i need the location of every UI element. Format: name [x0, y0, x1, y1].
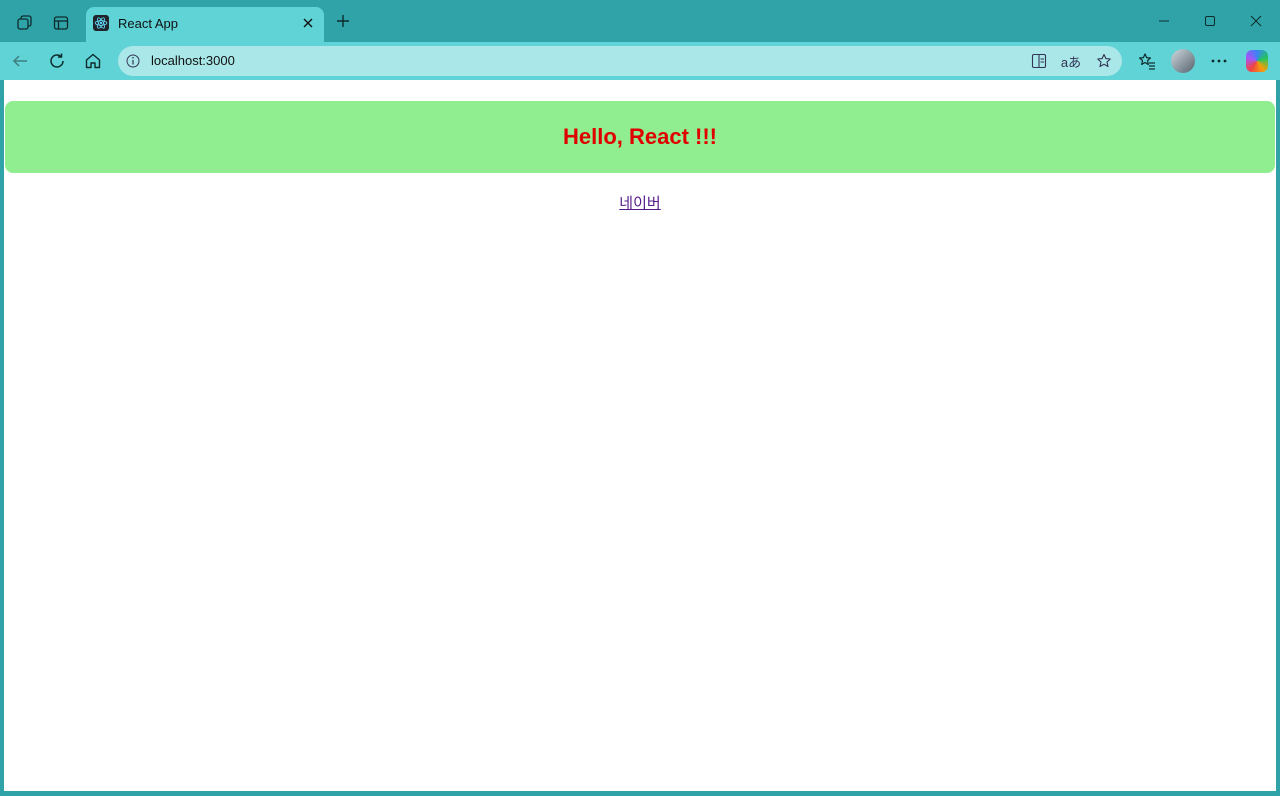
plus-icon [337, 15, 349, 27]
tab-actions-icon[interactable] [47, 9, 75, 37]
new-tab-button[interactable] [332, 10, 354, 32]
maximize-icon[interactable] [1187, 8, 1233, 34]
tab-title: React App [118, 16, 178, 31]
translate-icon[interactable]: aあ [1060, 51, 1082, 71]
close-tab-icon[interactable] [300, 15, 316, 31]
refresh-icon[interactable] [43, 47, 71, 75]
tab-bar: React App [0, 0, 1280, 42]
avatar[interactable] [1171, 49, 1195, 73]
immersive-reader-icon[interactable] [1028, 51, 1050, 71]
home-icon[interactable] [79, 47, 107, 75]
address-bar[interactable]: localhost:3000 aあ [118, 46, 1122, 76]
close-window-icon[interactable] [1233, 8, 1279, 34]
favorites-icon[interactable] [1133, 47, 1161, 75]
tab-active[interactable]: React App [86, 7, 324, 42]
back-arrow-icon[interactable] [6, 47, 34, 75]
header-banner: Hello, React !!! [5, 101, 1275, 173]
react-logo-icon [93, 15, 109, 31]
browser-toolbar: localhost:3000 aあ [0, 42, 1280, 80]
url-text[interactable]: localhost:3000 [151, 53, 235, 68]
page-title: Hello, React !!! [562, 124, 718, 149]
copilot-icon[interactable] [1246, 50, 1268, 72]
info-icon[interactable] [125, 53, 141, 69]
page-viewport: Hello, React !!! 네이버 [4, 80, 1276, 791]
workspaces-icon[interactable] [11, 9, 39, 37]
browser-window: React App localhost:3000 aあ Hello, React… [0, 0, 1280, 796]
link-container: 네이버 [4, 192, 1276, 213]
more-icon[interactable] [1205, 47, 1233, 75]
star-icon[interactable] [1093, 51, 1115, 71]
minimize-icon[interactable] [1141, 8, 1187, 34]
naver-link[interactable]: 네이버 [619, 194, 660, 212]
